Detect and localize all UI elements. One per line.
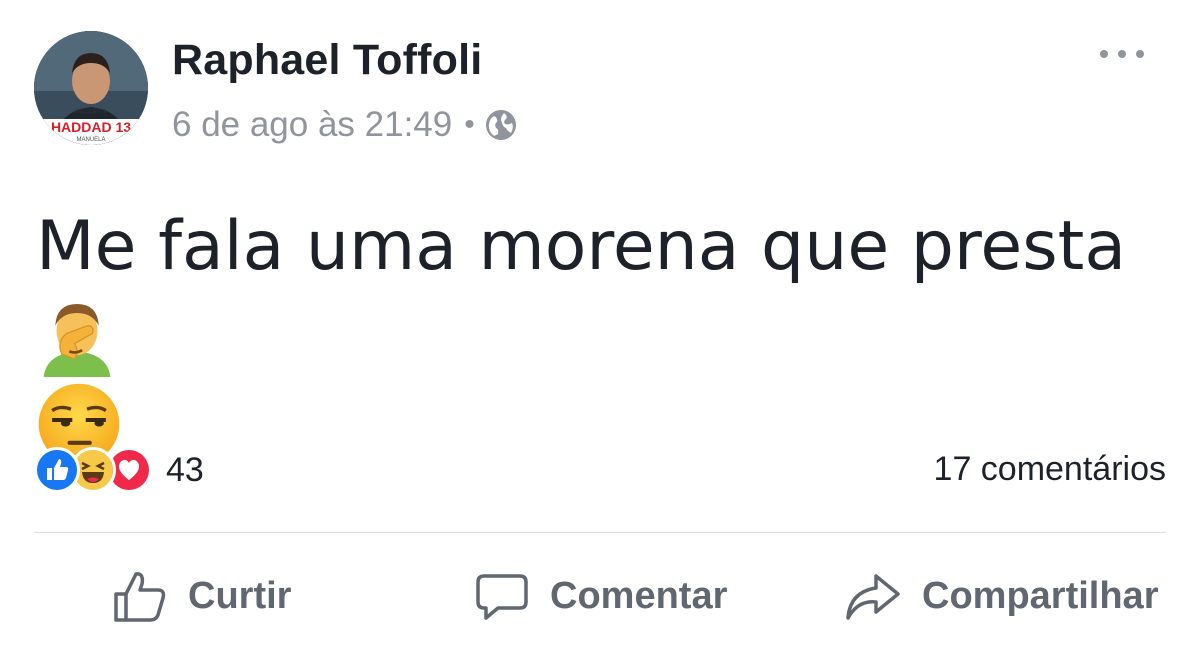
share-label: Compartilhar	[922, 574, 1159, 617]
like-label: Curtir	[188, 574, 292, 617]
facebook-post: PRESIDENTE HADDAD 13 MANUELA Raphael Tof…	[0, 0, 1200, 651]
man-facepalming-emoji	[43, 304, 111, 378]
post-message: Me fala uma morena que presta	[36, 204, 1166, 467]
reaction-count: 43	[166, 450, 204, 489]
comment-label: Comentar	[550, 574, 728, 617]
post-timestamp[interactable]: 6 de ago às 21:49	[172, 105, 452, 145]
reactions-summary[interactable]: 43	[34, 445, 204, 495]
avatar[interactable]: PRESIDENTE HADDAD 13 MANUELA	[34, 31, 148, 145]
more-dot-icon	[1100, 50, 1108, 58]
post-meta: 6 de ago às 21:49 •	[172, 102, 517, 148]
avatar-badge-top: PRESIDENTE	[75, 109, 108, 115]
comment-bubble-icon	[476, 574, 528, 620]
avatar-badge-subtext: MANUELA	[76, 137, 105, 143]
more-dot-icon	[1118, 50, 1126, 58]
avatar-photo: PRESIDENTE HADDAD 13 MANUELA	[34, 31, 148, 145]
more-dot-icon	[1136, 50, 1144, 58]
globe-icon	[485, 110, 516, 140]
share-arrow-icon	[846, 574, 900, 620]
more-options-button[interactable]	[1100, 46, 1144, 62]
author-name[interactable]: Raphael Toffoli	[172, 36, 482, 85]
divider	[34, 532, 1166, 533]
like-button[interactable]: Curtir	[112, 560, 291, 632]
avatar-badge-text: HADDAD 13	[51, 119, 131, 135]
thumbs-up-icon	[114, 572, 166, 622]
post-message-text: Me fala uma morena que presta	[36, 207, 1126, 286]
comment-button[interactable]: Comentar	[474, 560, 727, 632]
share-button[interactable]: Compartilhar	[844, 560, 1158, 632]
like-icon	[34, 447, 80, 493]
comments-count-link[interactable]: 17 comentários	[934, 450, 1166, 489]
meta-separator: •	[464, 108, 475, 141]
action-bar: Curtir Comentar Compartilhar	[0, 560, 1200, 632]
